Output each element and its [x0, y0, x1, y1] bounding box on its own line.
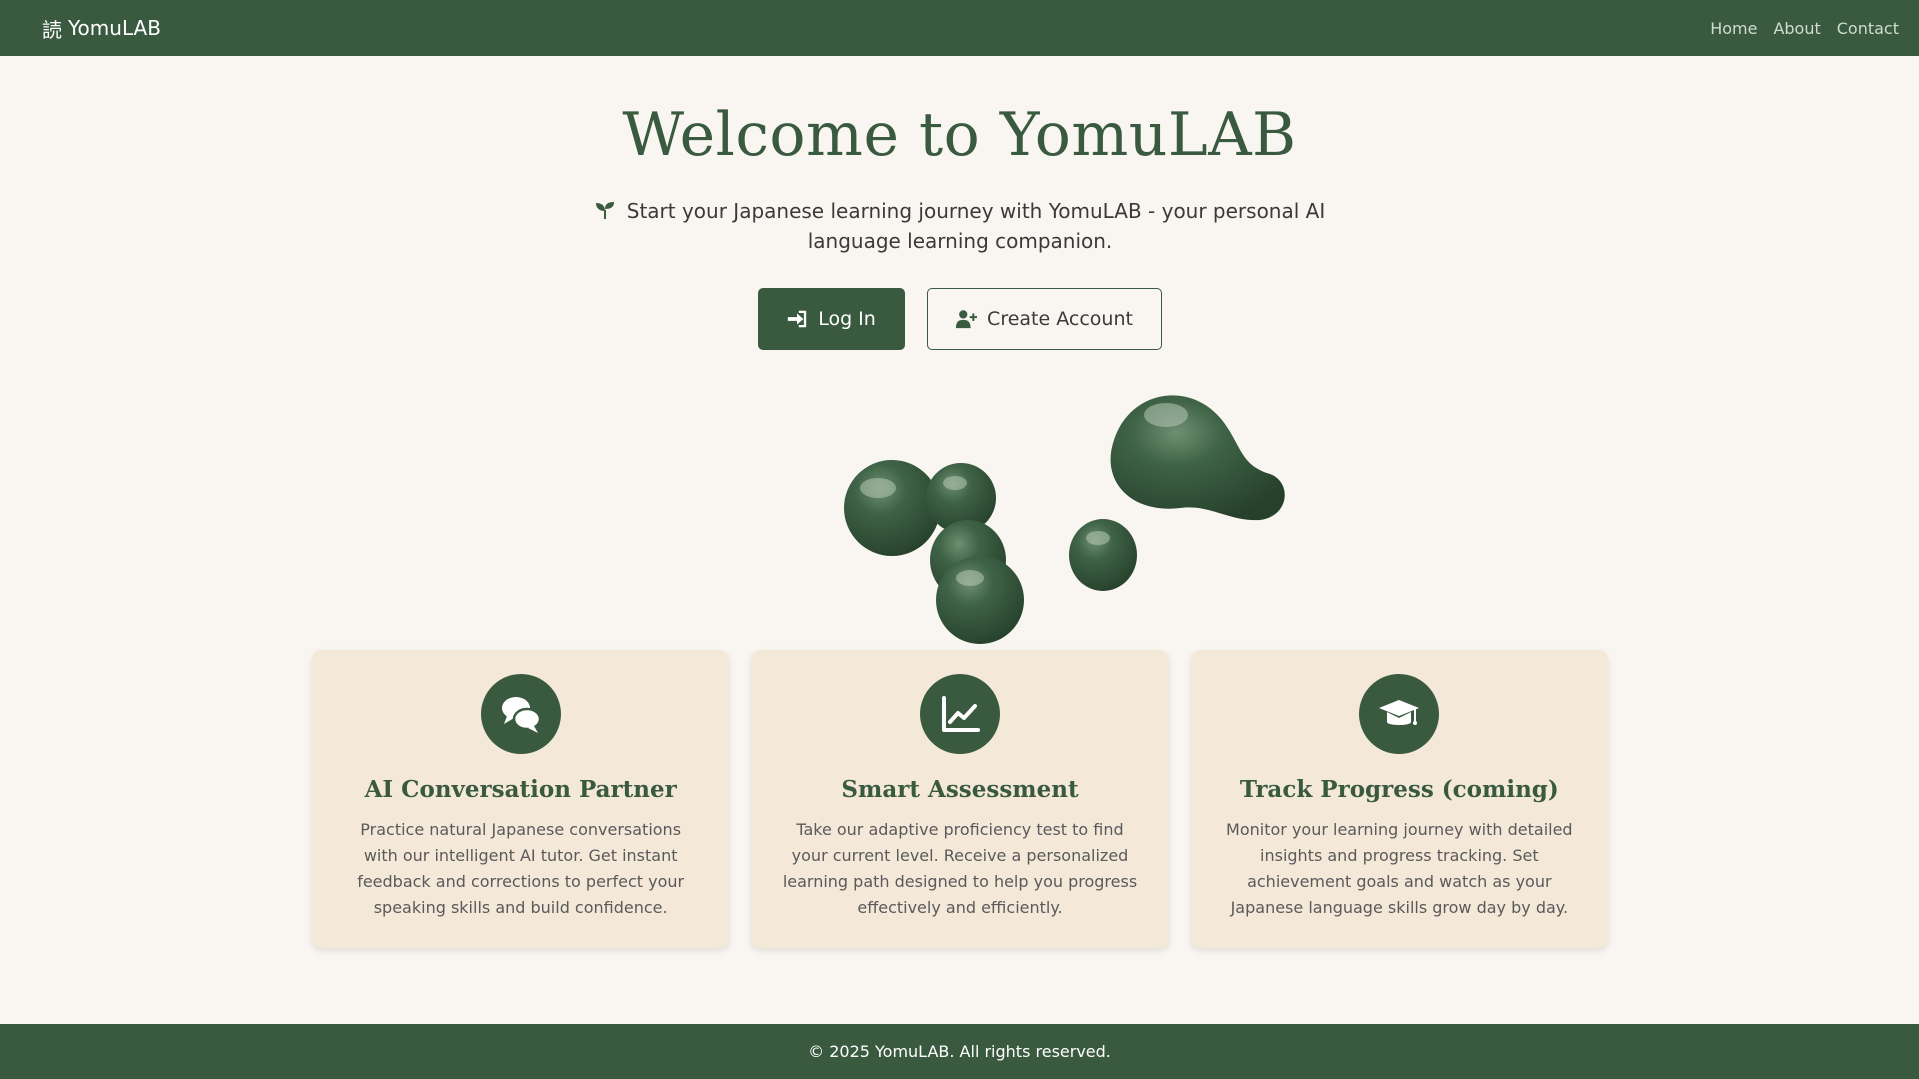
- card-title: AI Conversation Partner: [364, 776, 677, 803]
- chart-line-icon: [941, 696, 980, 732]
- nav-link-home[interactable]: Home: [1710, 19, 1757, 38]
- nav-link-contact[interactable]: Contact: [1837, 19, 1899, 38]
- footer: © 2025 YomuLAB. All rights reserved.: [0, 1024, 1919, 1079]
- sign-in-icon: [788, 310, 807, 328]
- card-title: Smart Assessment: [841, 776, 1079, 803]
- create-account-label: Create Account: [987, 308, 1133, 330]
- graduation-cap-icon: [1379, 700, 1420, 725]
- card-title: Track Progress (coming): [1239, 776, 1559, 803]
- card-text: Take our adaptive proficiency test to fi…: [782, 820, 1138, 917]
- feature-card-progress: Track Progress (coming) Monitor your lea…: [1190, 650, 1608, 948]
- seedling-icon: [595, 202, 614, 219]
- brand-kanji: 読: [42, 17, 62, 42]
- card-icon-circle: [1359, 674, 1440, 754]
- footer-copyright: © 2025 YomuLAB. All rights reserved.: [808, 1042, 1111, 1061]
- navbar: 読 YomuLAB Home About Contact: [0, 0, 1919, 56]
- feature-cards: AI Conversation Partner Practice natural…: [312, 650, 1608, 948]
- card-text: Practice natural Japanese conversations …: [357, 820, 685, 917]
- hero-title: Welcome to YomuLAB: [622, 100, 1297, 170]
- feature-card-assessment: Smart Assessment Take our adaptive profi…: [751, 650, 1169, 948]
- create-account-button[interactable]: Create Account: [926, 288, 1162, 350]
- feature-card-conversation: AI Conversation Partner Practice natural…: [312, 650, 730, 948]
- brand-name: YomuLAB: [68, 16, 161, 40]
- card-icon-circle: [919, 674, 1000, 754]
- login-button-label: Log In: [818, 308, 876, 330]
- card-text: Monitor your learning journey with detai…: [1226, 820, 1573, 917]
- nav-link-about[interactable]: About: [1773, 19, 1820, 38]
- chat-bubbles-icon: [501, 697, 541, 733]
- login-button[interactable]: Log In: [757, 288, 905, 350]
- card-icon-circle: [480, 674, 561, 754]
- brand-logo[interactable]: 読 YomuLAB: [42, 14, 161, 43]
- user-plus-icon: [955, 310, 978, 329]
- nav-links: Home About Contact: [1710, 19, 1899, 38]
- hero-subtitle-text: Start your Japanese learning journey wit…: [626, 199, 1326, 253]
- decorative-blobs-image: [844, 395, 1285, 644]
- hero-subtitle: Start your Japanese learning journey wit…: [560, 196, 1360, 256]
- hero-buttons: Log In Create Account: [0, 288, 1919, 350]
